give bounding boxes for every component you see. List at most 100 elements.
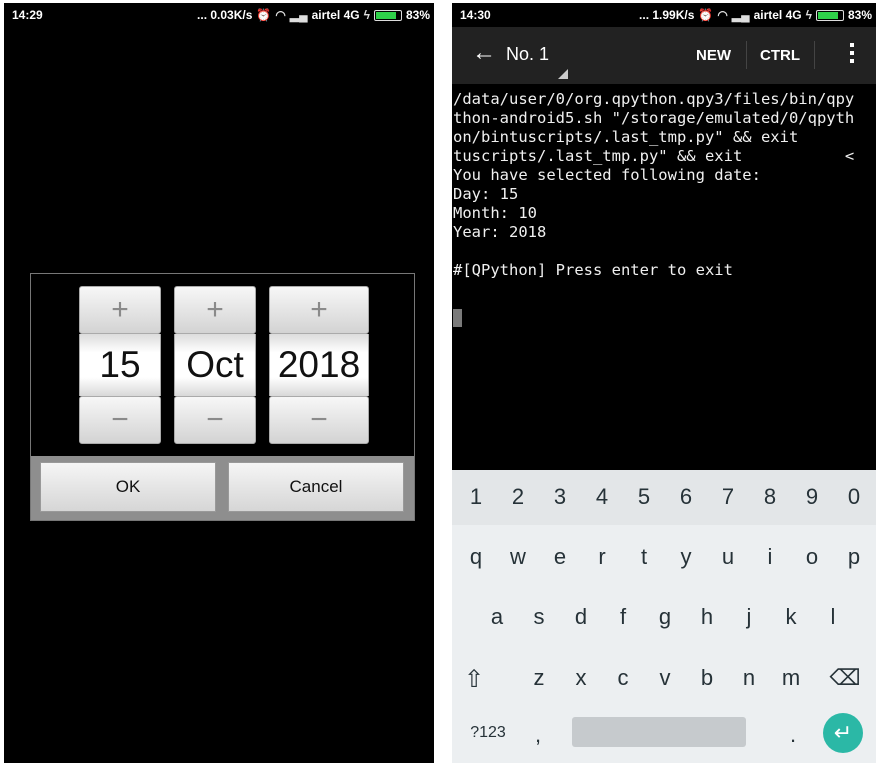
carrier-label: airtel 4G bbox=[311, 8, 360, 22]
cancel-button[interactable]: Cancel bbox=[228, 462, 404, 512]
charging-icon: ϟ bbox=[363, 8, 370, 22]
session-title[interactable]: No. 1 bbox=[506, 44, 549, 65]
key-h[interactable]: h bbox=[691, 604, 723, 630]
key-u[interactable]: u bbox=[712, 544, 744, 570]
terminal-line: Month: 10 bbox=[453, 204, 537, 222]
key-1[interactable]: 1 bbox=[460, 484, 492, 510]
terminal-cursor bbox=[453, 309, 462, 327]
alarm-icon: ⏰ bbox=[256, 8, 272, 22]
key-x[interactable]: x bbox=[565, 665, 597, 691]
overflow-menu-icon[interactable] bbox=[850, 43, 854, 67]
key-t[interactable]: t bbox=[628, 544, 660, 570]
year-value[interactable]: 2018 bbox=[269, 334, 369, 396]
status-time: 14:29 bbox=[12, 8, 43, 22]
divider bbox=[746, 41, 747, 69]
year-increment-button[interactable]: + bbox=[269, 286, 369, 334]
day-value[interactable]: 15 bbox=[79, 334, 161, 396]
key-m[interactable]: m bbox=[775, 665, 807, 691]
status-time: 14:30 bbox=[460, 8, 491, 22]
key-d[interactable]: d bbox=[565, 604, 597, 630]
left-phone-screen: 14:29 ... 0.03K/s ⏰ ◠ ▂▄ airtel 4G ϟ 83%… bbox=[4, 3, 434, 763]
key-0[interactable]: 0 bbox=[838, 484, 870, 510]
battery-icon bbox=[815, 9, 844, 21]
key-9[interactable]: 9 bbox=[796, 484, 828, 510]
key-6[interactable]: 6 bbox=[670, 484, 702, 510]
network-speed: ... 0.03K/s bbox=[197, 8, 253, 22]
divider bbox=[814, 41, 815, 69]
arrow-left-icon[interactable]: ← bbox=[472, 41, 496, 65]
key-v[interactable]: v bbox=[649, 665, 681, 691]
key-7[interactable]: 7 bbox=[712, 484, 744, 510]
key-3[interactable]: 3 bbox=[544, 484, 576, 510]
key-8[interactable]: 8 bbox=[754, 484, 786, 510]
key-g[interactable]: g bbox=[649, 604, 681, 630]
signal-icon: ▂▄ bbox=[289, 8, 308, 22]
terminal-line: thon-android5.sh "/storage/emulated/0/qp… bbox=[453, 109, 855, 127]
key-y[interactable]: y bbox=[670, 544, 702, 570]
shift-icon[interactable]: ⇧ bbox=[458, 665, 490, 694]
key-r[interactable]: r bbox=[586, 544, 618, 570]
key-l[interactable]: l bbox=[817, 604, 849, 630]
soft-keyboard: 1234567890 qwertyuiop asdfghjkl zxcvbnm ⇧ ⌫… bbox=[452, 470, 876, 763]
battery-percent: 83% bbox=[847, 8, 872, 22]
key-p[interactable]: p bbox=[838, 544, 870, 570]
key-q[interactable]: q bbox=[460, 544, 492, 570]
wifi-icon: ◠ bbox=[275, 8, 286, 22]
status-bar: 14:30 ... 1.99K/s ⏰ ◠ ▂▄ airtel 4G ϟ 83% bbox=[452, 3, 876, 27]
key-s[interactable]: s bbox=[523, 604, 555, 630]
carrier-label: airtel 4G bbox=[753, 8, 802, 22]
network-speed: ... 1.99K/s bbox=[639, 8, 695, 22]
key-b[interactable]: b bbox=[691, 665, 723, 691]
key-e[interactable]: e bbox=[544, 544, 576, 570]
dialog-button-bar: OK Cancel bbox=[31, 456, 414, 520]
year-decrement-button[interactable]: − bbox=[269, 396, 369, 444]
ok-button[interactable]: OK bbox=[40, 462, 216, 512]
day-increment-button[interactable]: + bbox=[79, 286, 161, 334]
key-5[interactable]: 5 bbox=[628, 484, 660, 510]
status-right: ... 1.99K/s ⏰ ◠ ▂▄ airtel 4G ϟ 83% bbox=[639, 8, 872, 22]
app-bar: ← No. 1 NEW CTRL bbox=[452, 27, 876, 84]
alarm-icon: ⏰ bbox=[698, 8, 714, 22]
key-n[interactable]: n bbox=[733, 665, 765, 691]
key-4[interactable]: 4 bbox=[586, 484, 618, 510]
key-c[interactable]: c bbox=[607, 665, 639, 691]
symbols-key[interactable]: ?123 bbox=[463, 724, 513, 742]
right-phone-screen: 14:30 ... 1.99K/s ⏰ ◠ ▂▄ airtel 4G ϟ 83%… bbox=[452, 3, 876, 763]
battery-fill bbox=[817, 11, 838, 19]
terminal-line: on/bintuscripts/.last_tmp.py" && exit bbox=[453, 128, 799, 146]
month-increment-button[interactable]: + bbox=[174, 286, 256, 334]
terminal-line: You have selected following date: bbox=[453, 166, 761, 184]
terminal-line: tuscripts/.last_tmp.py" && exit < bbox=[453, 147, 855, 165]
terminal-line: /data/user/0/org.qpython.qpy3/files/bin/… bbox=[453, 90, 855, 108]
key-j[interactable]: j bbox=[733, 604, 765, 630]
key-k[interactable]: k bbox=[775, 604, 807, 630]
terminal-line: Year: 2018 bbox=[453, 223, 547, 241]
month-value[interactable]: Oct bbox=[174, 334, 256, 396]
spacebar[interactable] bbox=[572, 717, 746, 747]
terminal-output[interactable]: /data/user/0/org.qpython.qpy3/files/bin/… bbox=[452, 90, 876, 470]
enter-icon[interactable]: ↵ bbox=[823, 713, 863, 753]
status-right: ... 0.03K/s ⏰ ◠ ▂▄ airtel 4G ϟ 83% bbox=[197, 8, 430, 22]
comma-key[interactable]: , bbox=[522, 722, 554, 748]
period-key[interactable]: . bbox=[777, 722, 809, 748]
battery-icon bbox=[373, 9, 402, 21]
terminal-line: #[QPython] Press enter to exit bbox=[453, 261, 733, 279]
charging-icon: ϟ bbox=[805, 8, 812, 22]
backspace-icon[interactable]: ⌫ bbox=[829, 665, 861, 691]
key-a[interactable]: a bbox=[481, 604, 513, 630]
dropdown-corner-icon[interactable] bbox=[558, 69, 568, 79]
key-z[interactable]: z bbox=[523, 665, 555, 691]
key-f[interactable]: f bbox=[607, 604, 639, 630]
day-spinner: + 15 − bbox=[79, 286, 161, 446]
month-decrement-button[interactable]: − bbox=[174, 396, 256, 444]
day-decrement-button[interactable]: − bbox=[79, 396, 161, 444]
key-w[interactable]: w bbox=[502, 544, 534, 570]
ctrl-button[interactable]: CTRL bbox=[760, 47, 800, 64]
wifi-icon: ◠ bbox=[717, 8, 728, 22]
key-o[interactable]: o bbox=[796, 544, 828, 570]
signal-icon: ▂▄ bbox=[731, 8, 750, 22]
status-bar: 14:29 ... 0.03K/s ⏰ ◠ ▂▄ airtel 4G ϟ 83% bbox=[4, 3, 434, 27]
new-button[interactable]: NEW bbox=[696, 47, 731, 64]
key-2[interactable]: 2 bbox=[502, 484, 534, 510]
key-i[interactable]: i bbox=[754, 544, 786, 570]
